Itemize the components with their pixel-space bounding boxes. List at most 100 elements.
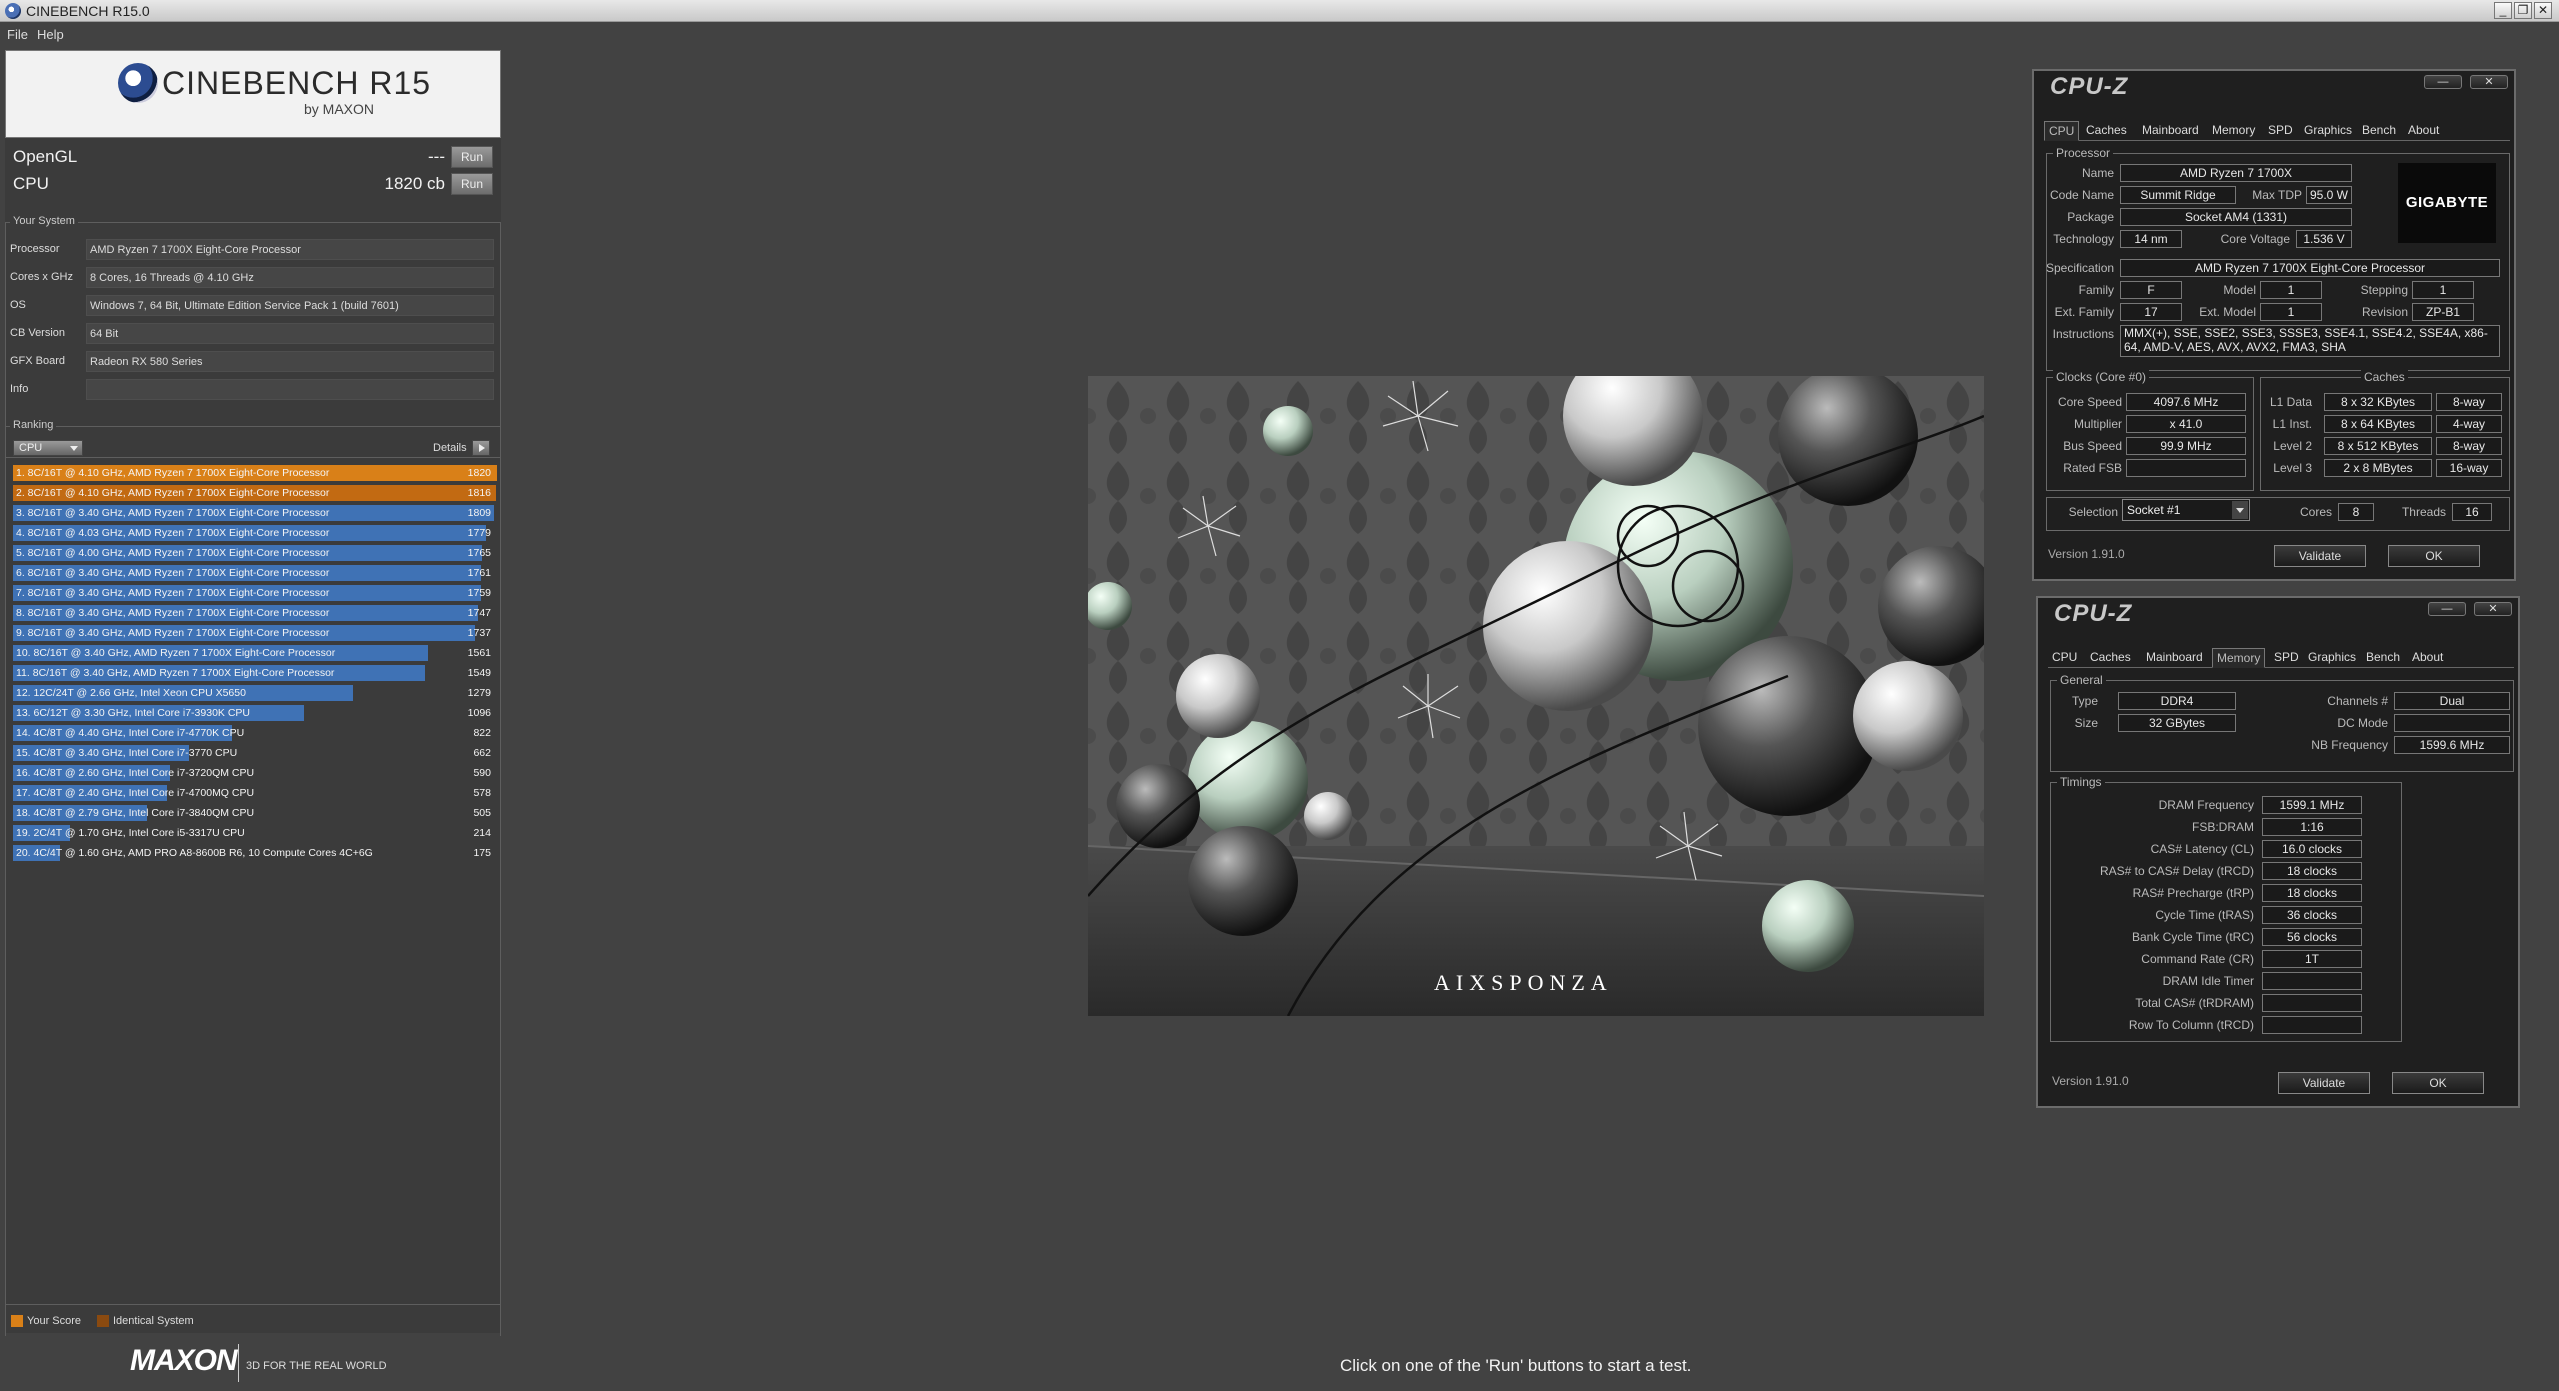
tab-memory[interactable]: Memory (2212, 648, 2266, 668)
tab-graphics[interactable]: Graphics (2304, 648, 2360, 668)
ranking-score: 505 (473, 807, 491, 819)
cpuz-minimize-button[interactable]: — (2424, 75, 2462, 89)
tab-about[interactable]: About (2404, 121, 2443, 141)
ranking-row[interactable]: 8. 8C/16T @ 3.40 GHz, AMD Ryzen 7 1700X … (13, 604, 497, 622)
timing-label: DRAM Idle Timer (2162, 974, 2254, 988)
timing-value: 1T (2262, 950, 2362, 968)
tab-memory[interactable]: Memory (2208, 121, 2259, 141)
ranking-row[interactable]: 10. 8C/16T @ 3.40 GHz, AMD Ryzen 7 1700X… (13, 644, 497, 662)
spec-label: Specification (2046, 261, 2115, 275)
spec-value: AMD Ryzen 7 1700X Eight-Core Processor (2120, 259, 2500, 277)
ranking-legend: Ranking (10, 419, 57, 431)
run-cpu-button[interactable]: Run (451, 173, 493, 195)
ranking-label: 4. 8C/16T @ 4.03 GHz, AMD Ryzen 7 1700X … (16, 527, 330, 539)
cpuz-minimize-button[interactable]: — (2428, 602, 2466, 616)
ranking-row[interactable]: 12. 12C/24T @ 2.66 GHz, Intel Xeon CPU X… (13, 684, 497, 702)
ranking-row[interactable]: 19. 2C/4T @ 1.70 GHz, Intel Core i5-3317… (13, 824, 497, 842)
family-value: F (2120, 281, 2182, 299)
info-field[interactable] (86, 379, 494, 400)
tab-caches[interactable]: Caches (2082, 121, 2131, 141)
ranking-row[interactable]: 15. 4C/8T @ 3.40 GHz, Intel Core i7-3770… (13, 744, 497, 762)
ranking-label: 2. 8C/16T @ 4.10 GHz, AMD Ryzen 7 1700X … (16, 487, 330, 499)
codename-label: Code Name (2050, 188, 2115, 202)
timing-label: Cycle Time (tRAS) (2155, 908, 2254, 922)
run-opengl-button[interactable]: Run (451, 146, 493, 168)
technology-label: Technology (2053, 232, 2114, 246)
tab-cpu[interactable]: CPU (2048, 648, 2081, 668)
tab-cpu[interactable]: CPU (2044, 121, 2080, 141)
maxtdp-label: Max TDP (2252, 188, 2302, 202)
test-row-cpu: CPU 1820 cb Run (13, 172, 497, 196)
system-value: AMD Ryzen 7 1700X Eight-Core Processor (86, 239, 494, 260)
socket-select[interactable]: Socket #1 (2122, 499, 2250, 521)
package-label: Package (2067, 210, 2114, 224)
ranking-row[interactable]: 2. 8C/16T @ 4.10 GHz, AMD Ryzen 7 1700X … (13, 484, 497, 502)
ranking-row[interactable]: 5. 8C/16T @ 4.00 GHz, AMD Ryzen 7 1700X … (13, 544, 497, 562)
ranking-row[interactable]: 9. 8C/16T @ 3.40 GHz, AMD Ryzen 7 1700X … (13, 624, 497, 642)
ranking-label: 20. 4C/4T @ 1.60 GHz, AMD PRO A8-8600B R… (16, 847, 373, 859)
l1d-way: 8-way (2436, 393, 2502, 411)
ranking-score: 1779 (467, 527, 491, 539)
ranking-row[interactable]: 14. 4C/8T @ 4.40 GHz, Intel Core i7-4770… (13, 724, 497, 742)
l1i-label: L1 Inst. (2272, 417, 2312, 431)
channels-label: Channels # (2327, 694, 2388, 708)
cpuz-version: Version 1.91.0 (2052, 1074, 2129, 1088)
dcmode-value (2394, 714, 2510, 732)
logo-by-maxon: by MAXON (304, 101, 375, 117)
menu-help[interactable]: Help (37, 27, 64, 42)
validate-button[interactable]: Validate (2278, 1072, 2370, 1094)
ranking-label: 11. 8C/16T @ 3.40 GHz, AMD Ryzen 7 1700X… (16, 667, 335, 679)
close-button[interactable]: ✕ (2534, 2, 2552, 19)
ok-button[interactable]: OK (2388, 545, 2480, 567)
timing-value: 18 clocks (2262, 884, 2362, 902)
ranking-label: 9. 8C/16T @ 3.40 GHz, AMD Ryzen 7 1700X … (16, 627, 330, 639)
cpuz-tabs: CPU Caches Mainboard Memory SPD Graphics… (2048, 646, 2514, 668)
chevron-down-icon (2232, 501, 2248, 519)
cpuz-close-button[interactable]: ✕ (2474, 602, 2512, 616)
ranking-row[interactable]: 3. 8C/16T @ 3.40 GHz, AMD Ryzen 7 1700X … (13, 504, 497, 522)
tab-mainboard[interactable]: Mainboard (2138, 121, 2203, 141)
instructions-value: MMX(+), SSE, SSE2, SSE3, SSSE3, SSE4.1, … (2120, 325, 2500, 357)
ranking-row[interactable]: 7. 8C/16T @ 3.40 GHz, AMD Ryzen 7 1700X … (13, 584, 497, 602)
ranking-row[interactable]: 1. 8C/16T @ 4.10 GHz, AMD Ryzen 7 1700X … (13, 464, 497, 482)
test-label: OpenGL (13, 147, 78, 166)
maxon-logo: MAXON (130, 1344, 238, 1377)
test-label: CPU (13, 174, 49, 193)
ranking-row[interactable]: 18. 4C/8T @ 2.79 GHz, Intel Core i7-3840… (13, 804, 497, 822)
tab-caches[interactable]: Caches (2086, 648, 2135, 668)
ranking-row[interactable]: 13. 6C/12T @ 3.30 GHz, Intel Core i7-393… (13, 704, 497, 722)
ranking-row[interactable]: 4. 8C/16T @ 4.03 GHz, AMD Ryzen 7 1700X … (13, 524, 497, 542)
ranking-row[interactable]: 20. 4C/4T @ 1.60 GHz, AMD PRO A8-8600B R… (13, 844, 497, 862)
codename-value: Summit Ridge (2120, 186, 2236, 204)
l3-value: 2 x 8 MBytes (2324, 459, 2432, 477)
tab-bench[interactable]: Bench (2362, 648, 2404, 668)
ranking-label: 14. 4C/8T @ 4.40 GHz, Intel Core i7-4770… (16, 727, 245, 739)
ranking-row[interactable]: 6. 8C/16T @ 3.40 GHz, AMD Ryzen 7 1700X … (13, 564, 497, 582)
revision-label: Revision (2361, 305, 2408, 319)
ok-button[interactable]: OK (2392, 1072, 2484, 1094)
ranking-type-select[interactable]: CPU (13, 440, 83, 456)
cinebench-logo-icon (118, 63, 158, 103)
ranking-group: Ranking (5, 419, 501, 1336)
menu-file[interactable]: File (7, 27, 28, 42)
tab-bench[interactable]: Bench (2358, 121, 2400, 141)
ranking-row[interactable]: 17. 4C/8T @ 2.40 GHz, Intel Core i7-4700… (13, 784, 497, 802)
details-label: Details (433, 442, 467, 454)
validate-button[interactable]: Validate (2274, 545, 2366, 567)
maximize-button[interactable]: ❐ (2514, 2, 2532, 19)
ranking-score: 662 (473, 747, 491, 759)
package-value: Socket AM4 (1331) (2120, 208, 2352, 226)
ranking-row[interactable]: 11. 8C/16T @ 3.40 GHz, AMD Ryzen 7 1700X… (13, 664, 497, 682)
ranking-score: 1747 (467, 607, 491, 619)
tab-about[interactable]: About (2408, 648, 2447, 668)
cpuz-close-button[interactable]: ✕ (2470, 75, 2508, 89)
system-value: 8 Cores, 16 Threads @ 4.10 GHz (86, 267, 494, 288)
details-button[interactable] (472, 440, 490, 456)
tab-spd[interactable]: SPD (2270, 648, 2303, 668)
tab-mainboard[interactable]: Mainboard (2142, 648, 2207, 668)
tab-spd[interactable]: SPD (2264, 121, 2297, 141)
cinebench-left-panel: CINEBENCH R15 by MAXON OpenGL --- Run CP… (5, 50, 501, 1336)
tab-graphics[interactable]: Graphics (2300, 121, 2356, 141)
minimize-button[interactable]: _ (2494, 2, 2512, 19)
ranking-row[interactable]: 16. 4C/8T @ 2.60 GHz, Intel Core i7-3720… (13, 764, 497, 782)
